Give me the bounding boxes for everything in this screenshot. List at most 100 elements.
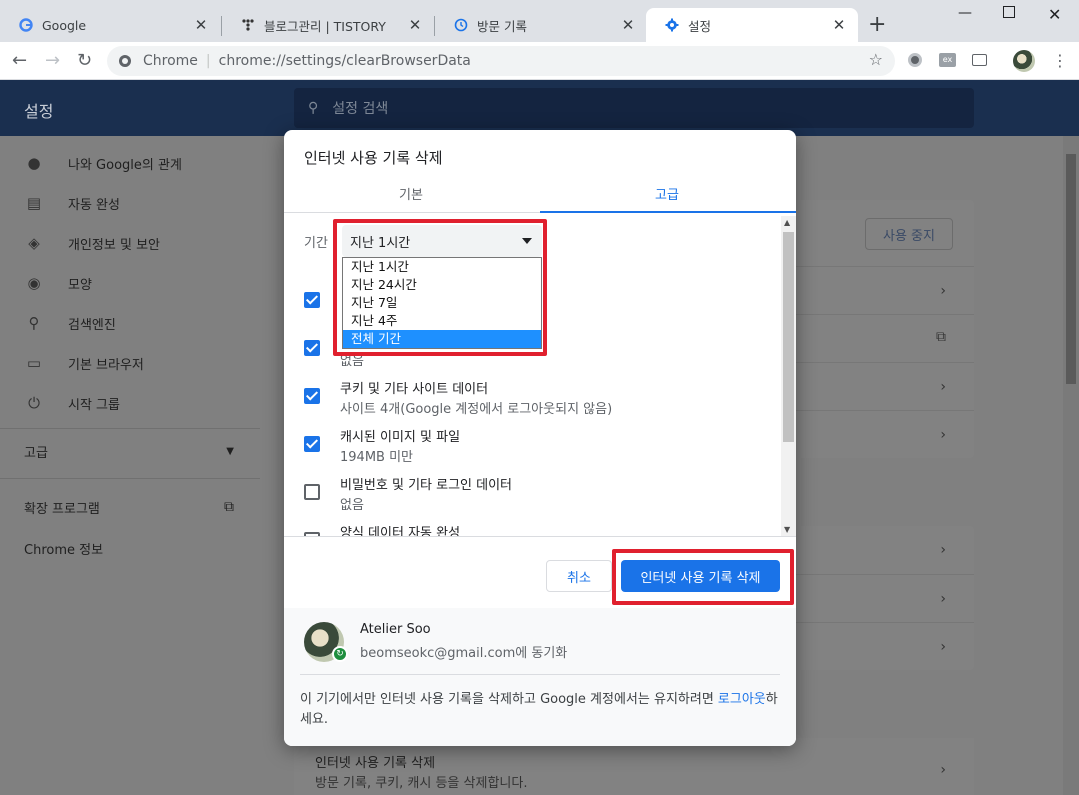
sidebar-item-startup[interactable]: ⏻ 시작 그룹	[24, 392, 120, 414]
sidebar-item-label: 모양	[68, 277, 92, 293]
extension-circle-icon[interactable]	[908, 53, 922, 67]
open-in-new-icon: ⧉	[224, 499, 234, 515]
search-icon: ⚲	[28, 314, 40, 332]
sidebar-extensions[interactable]: 확장 프로그램 ⧉	[24, 496, 234, 518]
sidebar-about-chrome[interactable]: Chrome 정보	[24, 537, 103, 559]
sidebar-item-label: 시작 그룹	[68, 397, 120, 413]
sidebar-item-search-engine[interactable]: ⚲ 검색엔진	[24, 312, 116, 334]
chevron-right-icon: ›	[940, 762, 946, 778]
search-placeholder: 설정 검색	[332, 101, 389, 117]
maximize-icon[interactable]	[1003, 6, 1015, 18]
chrome-page-icon	[119, 55, 131, 67]
clear-data-row[interactable]: 인터넷 사용 기록 삭제 방문 기록, 쿠키, 캐시 등을 삭제합니다. ›	[294, 738, 974, 795]
chevron-right-icon: ›	[940, 591, 946, 607]
cancel-button[interactable]: 취소	[546, 560, 612, 592]
sync-icon: ↻	[332, 646, 348, 662]
chevron-right-icon: ›	[940, 379, 946, 395]
checkbox-checked[interactable]	[304, 292, 320, 308]
forward-icon[interactable]: →	[45, 50, 60, 71]
sidebar: ● 나와 Google의 관계 ▤ 자동 완성 ◈ 개인정보 및 보안 ◉ 모양 ⚲ 검색…	[0, 136, 260, 795]
sidebar-item-people[interactable]: ● 나와 Google의 관계	[24, 152, 182, 174]
tab-google[interactable]: Google ✕	[0, 8, 220, 42]
checkbox-subtitle: 사이트 4개(Google 계정에서 로그아웃되지 않음)	[340, 402, 613, 417]
dialog-title: 인터넷 사용 기록 삭제	[304, 149, 443, 167]
row-subtitle: 방문 기록, 쿠키, 캐시 등을 삭제합니다.	[315, 776, 528, 791]
footer-text: 이 기기에서만 인터넷 사용 기록을 삭제하고 Google 계정에서는 유지하…	[300, 692, 718, 707]
checkbox-checked[interactable]	[304, 436, 320, 452]
url-scheme: Chrome	[143, 53, 198, 69]
close-icon[interactable]: ✕	[830, 16, 848, 34]
sidebar-item-privacy[interactable]: ◈ 개인정보 및 보안	[24, 232, 160, 254]
tab-settings[interactable]: 설정 ✕	[646, 8, 858, 42]
annotation-highlight-delete	[612, 549, 794, 605]
browser-toolbar: ← → ↻ Chrome | chrome://settings/clearBr…	[0, 42, 1079, 80]
sidebar-item-default-browser[interactable]: ▭ 기본 브라우저	[24, 352, 144, 374]
sidebar-item-label: 자동 완성	[68, 197, 120, 213]
search-icon: ⚲	[308, 100, 319, 116]
profile-avatar[interactable]	[1013, 50, 1035, 72]
settings-gear-icon	[664, 17, 680, 33]
settings-search-input[interactable]: ⚲ 설정 검색	[294, 88, 974, 128]
period-label: 기간	[304, 236, 328, 251]
sidebar-item-autofill[interactable]: ▤ 자동 완성	[24, 192, 120, 214]
minimize-icon[interactable]: —	[958, 5, 972, 21]
scroll-up-icon[interactable]: ▲	[784, 218, 790, 227]
scroll-down-icon[interactable]: ▼	[784, 525, 790, 534]
history-icon	[453, 17, 469, 33]
close-icon[interactable]: ✕	[619, 16, 637, 34]
chevron-right-icon: ›	[940, 283, 946, 299]
close-icon[interactable]: ✕	[192, 16, 210, 34]
clipboard-icon: ▤	[26, 194, 42, 212]
checkbox-subtitle: 194MB 미만	[340, 450, 414, 465]
extension-ex-icon[interactable]: ex	[939, 53, 956, 67]
bookmark-star-icon[interactable]: ☆	[869, 50, 883, 69]
menu-dots-icon[interactable]: ⋮	[1052, 51, 1068, 70]
page-scrollbar[interactable]	[1063, 136, 1079, 795]
sidebar-item-label: 검색엔진	[68, 317, 116, 333]
sidebar-advanced[interactable]: 고급 ▼	[24, 440, 234, 462]
window-close-icon[interactable]: ✕	[1048, 5, 1061, 24]
row-title: 인터넷 사용 기록 삭제	[315, 756, 436, 771]
power-icon: ⏻	[28, 394, 40, 412]
new-tab-button[interactable]: +	[868, 12, 886, 37]
chevron-down-icon: ▼	[226, 445, 234, 457]
tab-title: 블로그관리 | TISTORY	[264, 18, 386, 34]
tab-advanced[interactable]: 고급	[655, 184, 679, 203]
reload-icon[interactable]: ↻	[77, 50, 92, 71]
tistory-icon	[240, 17, 256, 33]
google-icon	[18, 17, 34, 33]
extension-screen-icon[interactable]	[972, 54, 987, 66]
sync-stop-button[interactable]: 사용 중지	[865, 218, 953, 250]
footer-note: 이 기기에서만 인터넷 사용 기록을 삭제하고 Google 계정에서는 유지하…	[300, 690, 780, 730]
close-icon[interactable]: ✕	[406, 16, 424, 34]
sign-out-link[interactable]: 로그아웃	[718, 692, 766, 707]
palette-icon: ◉	[27, 274, 41, 292]
open-in-new-icon: ⧉	[936, 329, 946, 345]
tab-title: 설정	[688, 18, 712, 34]
sidebar-item-label: 나와 Google의 관계	[68, 157, 182, 173]
back-icon[interactable]: ←	[12, 50, 27, 71]
chevron-right-icon: ›	[940, 542, 946, 558]
url-text: chrome://settings/clearBrowserData	[218, 53, 471, 69]
tab-history[interactable]: 방문 기록 ✕	[435, 8, 647, 42]
user-name: Atelier Soo	[360, 622, 431, 637]
dialog-scrollbar[interactable]: ▲ ▼	[781, 216, 796, 536]
advanced-label: 고급	[24, 445, 48, 461]
address-bar[interactable]: Chrome | chrome://settings/clearBrowserD…	[107, 46, 895, 76]
person-icon: ●	[27, 154, 41, 172]
tab-tistory[interactable]: 블로그관리 | TISTORY ✕	[222, 8, 434, 42]
checkbox-checked[interactable]	[304, 388, 320, 404]
shield-icon: ◈	[28, 234, 40, 252]
checkbox-title: 비밀번호 및 기타 로그인 데이터	[340, 478, 513, 493]
tab-basic[interactable]: 기본	[399, 184, 423, 203]
checkbox-title: 양식 데이터 자동 완성	[340, 526, 461, 536]
annotation-highlight-period	[333, 219, 547, 356]
checkbox-checked[interactable]	[304, 340, 320, 356]
chevron-right-icon: ›	[940, 427, 946, 443]
dialog-footer: ↻ Atelier Soo beomseokc@gmail.com에 동기화 이…	[284, 608, 796, 746]
checkbox-title: 쿠키 및 기타 사이트 데이터	[340, 382, 489, 397]
tab-title: 방문 기록	[477, 18, 527, 34]
checkbox-unchecked[interactable]	[304, 484, 320, 500]
sidebar-item-label: 기본 브라우저	[68, 357, 144, 373]
sidebar-item-appearance[interactable]: ◉ 모양	[24, 272, 92, 294]
